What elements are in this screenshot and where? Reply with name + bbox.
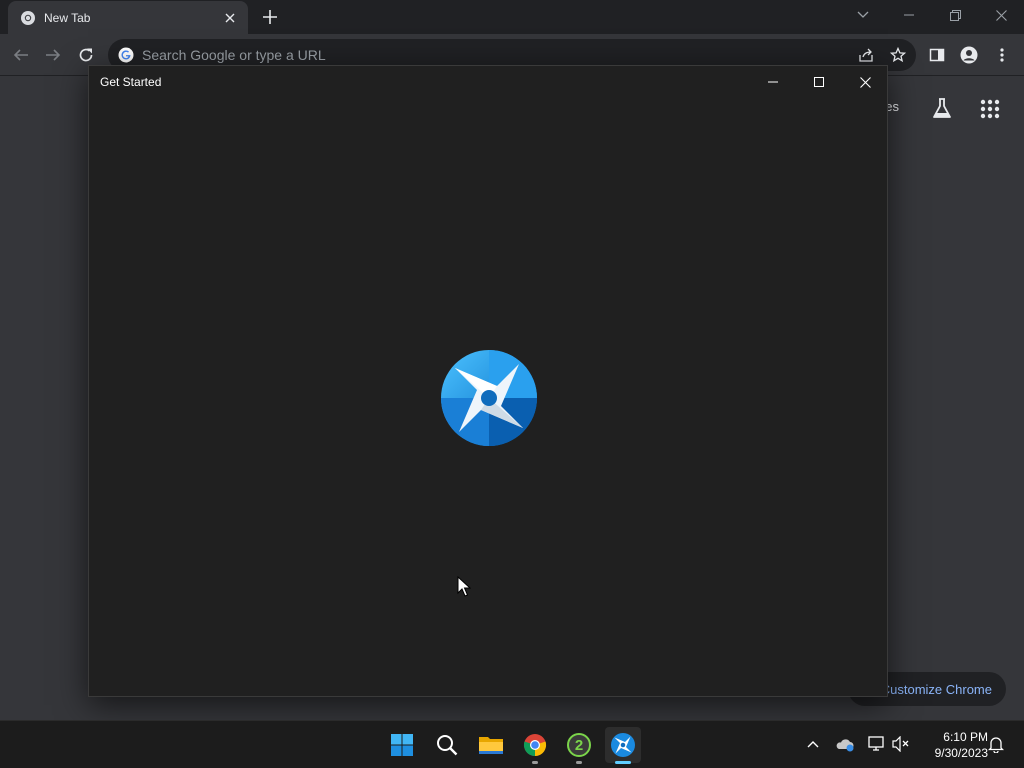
chevron-down-icon xyxy=(857,11,869,18)
taskbar: 2 6:10 PM 9/30/2023 xyxy=(0,720,1024,768)
file-explorer-icon xyxy=(479,737,503,754)
minimize-button[interactable] xyxy=(750,66,796,98)
file-explorer-button[interactable] xyxy=(473,727,509,763)
flask-icon xyxy=(933,98,951,118)
chrome-icon xyxy=(523,734,547,757)
mouse-cursor-icon xyxy=(457,576,471,597)
get-started-logo-icon xyxy=(441,350,537,446)
customize-chrome-label: Customize Chrome xyxy=(880,681,992,697)
forward-button[interactable] xyxy=(40,42,66,68)
browser-close-button[interactable] xyxy=(978,0,1024,30)
tab-title: New Tab xyxy=(44,10,91,25)
svg-text:2: 2 xyxy=(575,737,583,754)
clock-date: 9/30/2023 xyxy=(934,746,988,760)
profile-icon xyxy=(960,46,978,64)
star-icon xyxy=(890,47,906,63)
share-icon xyxy=(859,48,873,62)
browser-restore-button[interactable] xyxy=(932,0,978,30)
bell-icon xyxy=(988,737,1004,753)
chevron-up-icon xyxy=(807,741,819,748)
omnibox-placeholder: Search Google or type a URL xyxy=(142,47,326,63)
profile-button[interactable] xyxy=(956,42,982,68)
search-icon xyxy=(437,735,458,756)
plus-icon xyxy=(263,10,277,24)
labs-button[interactable] xyxy=(930,97,954,121)
chrome-icon xyxy=(21,10,35,25)
chrome-taskbar-button[interactable] xyxy=(517,727,553,764)
minimize-icon xyxy=(904,14,914,16)
clock-time: 6:10 PM xyxy=(943,730,988,744)
tab-new-tab[interactable]: New Tab xyxy=(8,1,248,34)
app-2-icon: 2 xyxy=(567,733,591,757)
browser-minimize-button[interactable] xyxy=(886,0,932,30)
clock[interactable]: 6:10 PM 9/30/2023 xyxy=(916,729,988,761)
maximize-button[interactable] xyxy=(796,66,842,98)
window-title: Get Started xyxy=(100,75,162,89)
arrow-right-icon xyxy=(46,49,61,61)
tab-strip: New Tab xyxy=(0,0,1024,34)
show-hidden-icons-button[interactable] xyxy=(802,733,824,755)
notifications-button[interactable] xyxy=(985,733,1007,755)
volume-muted-icon xyxy=(892,736,909,752)
reload-icon xyxy=(79,48,93,62)
close-icon xyxy=(859,76,871,88)
app-2-taskbar-button[interactable]: 2 xyxy=(561,727,597,764)
side-panel-icon xyxy=(929,48,945,62)
running-indicator xyxy=(532,761,538,764)
get-started-taskbar-button[interactable] xyxy=(605,727,641,764)
menu-button[interactable] xyxy=(989,42,1015,68)
taskbar-search-button[interactable] xyxy=(429,727,465,763)
side-panel-button[interactable] xyxy=(924,42,950,68)
active-indicator xyxy=(615,761,631,764)
bookmark-button[interactable] xyxy=(885,42,911,68)
start-button[interactable] xyxy=(384,727,420,763)
tab-close-icon[interactable] xyxy=(222,10,238,26)
close-button[interactable] xyxy=(842,66,888,98)
minimize-icon xyxy=(768,81,778,83)
maximize-icon xyxy=(814,77,824,87)
network-icon xyxy=(868,736,884,751)
apps-grid-icon xyxy=(980,99,1000,119)
back-button[interactable] xyxy=(8,42,34,68)
google-apps-button[interactable] xyxy=(978,97,1002,121)
close-icon xyxy=(995,9,1007,21)
volume-tray-button[interactable] xyxy=(890,733,912,755)
new-tab-button[interactable] xyxy=(258,6,282,28)
get-started-window: Get Started xyxy=(88,65,888,697)
windows-start-icon xyxy=(391,734,413,756)
onedrive-tray-button[interactable] xyxy=(834,733,856,755)
running-indicator xyxy=(576,761,582,764)
arrow-left-icon xyxy=(13,49,28,61)
get-started-icon xyxy=(611,733,635,757)
kebab-menu-icon xyxy=(1000,48,1004,62)
google-icon xyxy=(118,47,134,63)
restore-icon xyxy=(949,9,961,21)
network-tray-button[interactable] xyxy=(866,733,888,755)
onedrive-icon xyxy=(836,739,854,752)
tab-search-button[interactable] xyxy=(840,0,886,30)
